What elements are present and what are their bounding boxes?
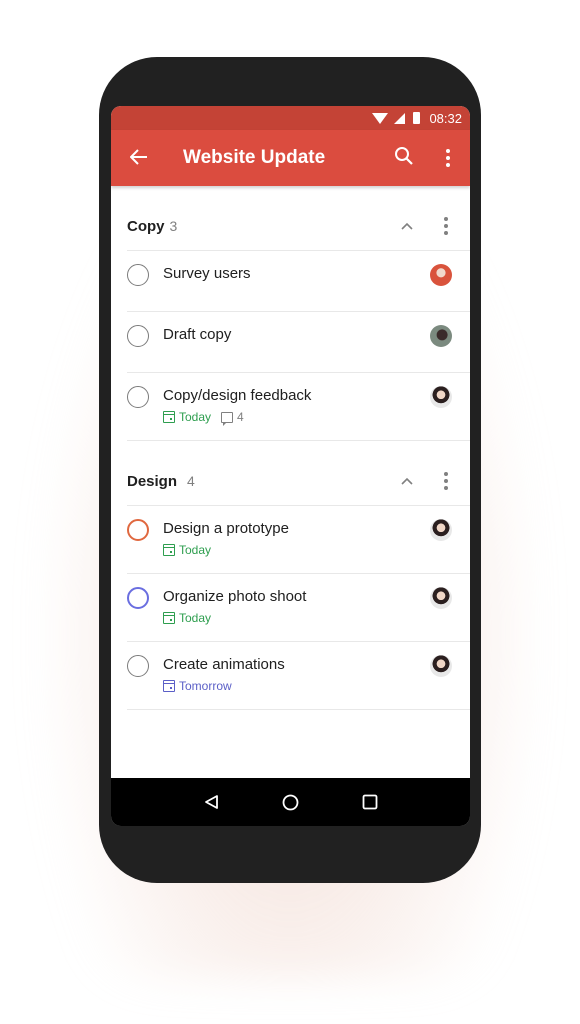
task-checkbox[interactable] <box>127 655 149 677</box>
task-title: Organize photo shoot <box>163 588 307 605</box>
task-title: Copy/design feedback <box>163 387 312 404</box>
section-name: Design <box>127 472 178 490</box>
task-checkbox[interactable] <box>127 264 149 286</box>
due-date: Today <box>179 410 212 424</box>
calendar-icon <box>163 680 175 692</box>
more-vert-icon <box>444 472 448 476</box>
avatar <box>430 587 452 609</box>
task-row[interactable]: Create animations Tomorrow <box>127 642 470 710</box>
section-header-copy[interactable]: Copy 3 <box>127 202 470 251</box>
avatar <box>430 264 452 286</box>
avatar <box>430 325 452 347</box>
task-checkbox[interactable] <box>127 325 149 347</box>
due-date: Today <box>179 611 212 625</box>
wifi-icon <box>372 112 389 124</box>
more-vert-icon <box>446 149 450 153</box>
task-row[interactable]: Copy/design feedback Today 4 <box>127 373 470 441</box>
status-bar: 08:32 <box>111 106 470 130</box>
task-meta: Today <box>163 543 430 557</box>
task-row[interactable]: Survey users <box>127 251 470 312</box>
task-row[interactable]: Organize photo shoot Today <box>127 574 470 642</box>
section-count: 4 <box>187 473 195 489</box>
chevron-up-icon[interactable] <box>400 219 414 233</box>
section-more-button[interactable] <box>434 472 458 490</box>
search-icon <box>395 146 413 165</box>
calendar-icon <box>163 612 175 624</box>
task-title: Draft copy <box>163 326 232 343</box>
section-count: 3 <box>169 218 178 234</box>
task-meta: Tomorrow <box>163 679 430 693</box>
more-options-button[interactable] <box>436 149 460 167</box>
task-list: Copy 3 Survey users Draft copy Copy/desi… <box>111 202 470 710</box>
chevron-up-icon[interactable] <box>400 474 414 488</box>
page-title: Website Update <box>183 147 326 168</box>
signal-icon <box>394 112 406 124</box>
task-checkbox[interactable] <box>127 587 149 609</box>
avatar <box>430 655 452 677</box>
arrow-left-icon <box>129 149 147 165</box>
due-date: Today <box>179 543 212 557</box>
nav-recents-icon[interactable] <box>362 794 378 810</box>
task-checkbox[interactable] <box>127 519 149 541</box>
due-date: Tomorrow <box>179 679 232 693</box>
task-row[interactable]: Draft copy <box>127 312 470 373</box>
phone-screen: 08:32 Website Update Copy 3 Survey users <box>111 106 470 826</box>
comment-icon <box>221 411 234 426</box>
section-header-design[interactable]: Design 4 <box>127 457 470 506</box>
search-button[interactable] <box>394 146 418 171</box>
task-meta: Today <box>163 611 430 625</box>
comment-count: 4 <box>237 410 244 424</box>
status-time: 08:32 <box>429 110 462 126</box>
calendar-icon <box>163 411 175 423</box>
avatar <box>430 519 452 541</box>
app-bar: Website Update <box>111 130 470 186</box>
calendar-icon <box>163 544 175 556</box>
avatar <box>430 386 452 408</box>
task-title: Create animations <box>163 656 285 673</box>
task-title: Design a prototype <box>163 520 289 537</box>
task-title: Survey users <box>163 265 251 282</box>
task-checkbox[interactable] <box>127 386 149 408</box>
section-name: Copy <box>127 217 165 235</box>
more-vert-icon <box>444 217 448 221</box>
battery-icon <box>413 112 421 124</box>
section-more-button[interactable] <box>434 217 458 235</box>
nav-home-icon[interactable] <box>282 794 299 811</box>
task-row[interactable]: Design a prototype Today <box>127 506 470 574</box>
system-nav-bar <box>111 778 470 826</box>
task-meta: Today 4 <box>163 410 430 426</box>
nav-back-icon[interactable] <box>203 794 219 810</box>
back-button[interactable] <box>111 145 167 171</box>
